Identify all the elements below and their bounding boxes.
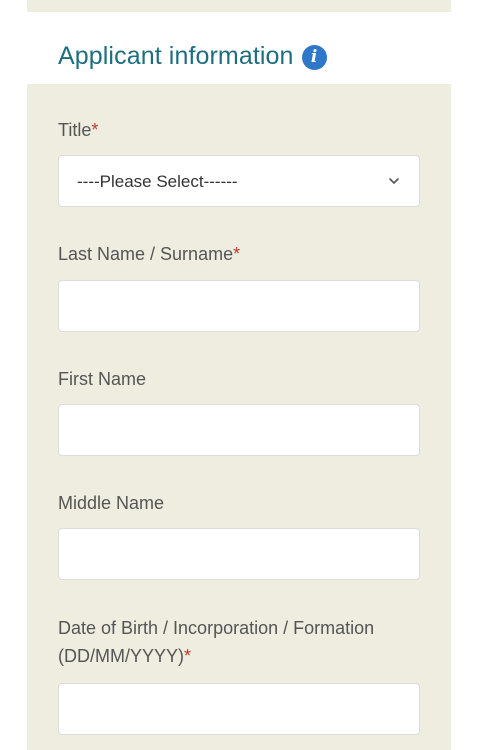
last-name-label-text: Last Name / Surname — [58, 244, 234, 264]
required-marker: * — [91, 120, 99, 140]
section-header: Applicant information i — [58, 38, 327, 74]
top-panel-edge — [27, 0, 451, 12]
dob-label-line2: (DD/MM/YYYY) — [58, 646, 184, 666]
chevron-down-icon — [389, 178, 399, 184]
required-marker: * — [184, 646, 192, 666]
last-name-label: Last Name / Surname* — [58, 241, 240, 268]
title-select-value: ----Please Select------ — [77, 172, 238, 191]
title-label: Title* — [58, 117, 98, 144]
dob-label-line1: Date of Birth / Incorporation / Formatio… — [58, 618, 375, 638]
title-select[interactable]: ----Please Select------ — [58, 155, 420, 207]
first-name-field-box — [58, 404, 420, 456]
middle-name-field-box — [58, 528, 420, 580]
title-label-text: Title — [58, 120, 92, 140]
last-name-field-box — [58, 280, 420, 332]
dob-field-box — [58, 683, 420, 735]
info-icon[interactable]: i — [301, 44, 327, 70]
first-name-input[interactable] — [59, 405, 419, 455]
last-name-input[interactable] — [59, 281, 419, 331]
middle-name-label: Middle Name — [58, 490, 164, 517]
middle-name-input[interactable] — [59, 529, 419, 579]
dob-label-format: (DD/MM/YYYY)* — [58, 643, 191, 670]
first-name-label: First Name — [58, 366, 146, 393]
middle-name-label-text: Middle Name — [58, 493, 165, 513]
dob-label: Date of Birth / Incorporation / Formatio… — [58, 615, 374, 642]
required-marker: * — [233, 244, 241, 264]
section-title: Applicant information — [58, 41, 294, 70]
first-name-label-text: First Name — [58, 369, 147, 389]
applicant-form-page: Applicant information i Title* ----Pleas… — [0, 0, 480, 750]
dob-input[interactable] — [59, 684, 419, 734]
